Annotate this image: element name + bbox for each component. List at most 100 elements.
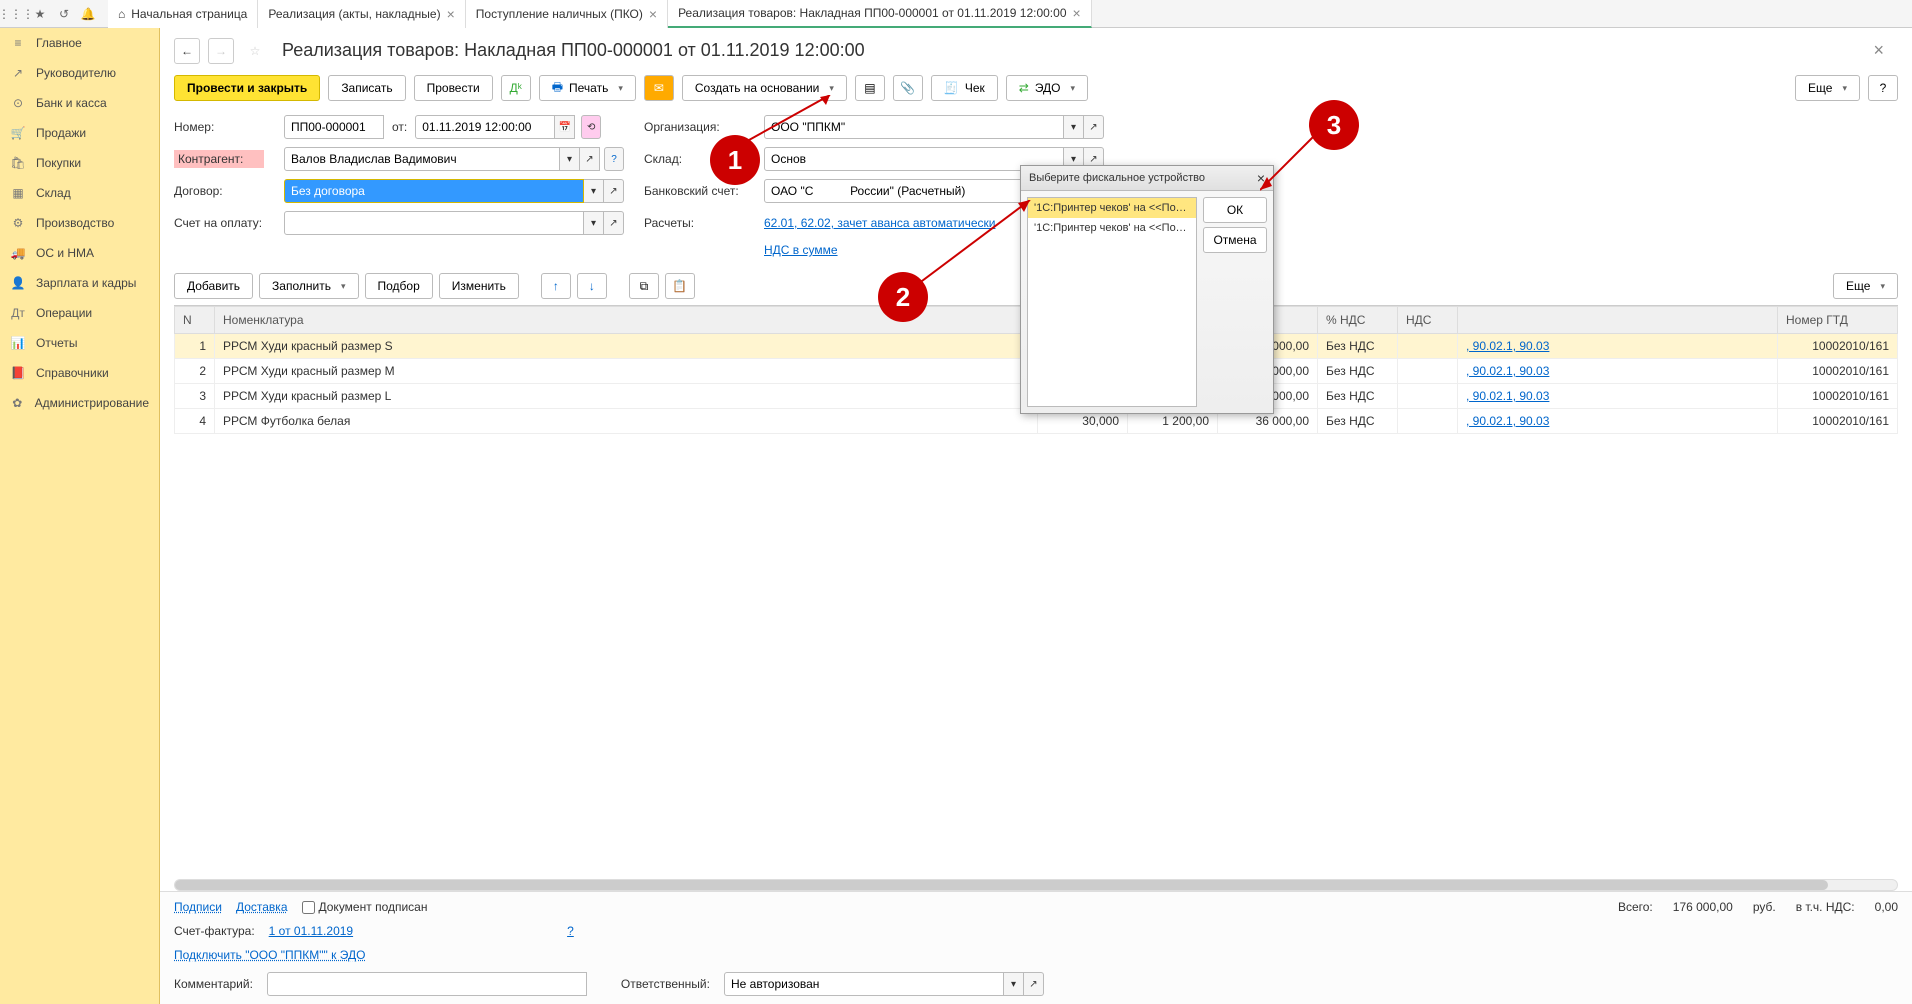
doc-signed-checkbox[interactable]: Документ подписан [302, 900, 428, 914]
cell[interactable]: Без НДС [1318, 384, 1398, 409]
tab[interactable]: Реализация (акты, накладные)× [258, 0, 465, 28]
cell[interactable]: РРСМ Худи красный размер M [215, 359, 1038, 384]
attach-icon[interactable]: 📎 [893, 75, 923, 101]
sidebar-item[interactable]: 🛍Покупки [0, 148, 159, 178]
contr-open-icon[interactable]: ↗ [580, 147, 600, 171]
dialog-ok-button[interactable]: ОК [1203, 197, 1267, 223]
sidebar-item[interactable]: 📕Справочники [0, 358, 159, 388]
sidebar-item[interactable]: 🛒Продажи [0, 118, 159, 148]
cell[interactable]: 2 [175, 359, 215, 384]
tab[interactable]: ⌂Начальная страница [108, 0, 258, 28]
calendar-icon[interactable]: 📅 [555, 115, 575, 139]
col-header[interactable]: Номер ГТД [1778, 307, 1898, 334]
sidebar-item[interactable]: ↗Руководителю [0, 58, 159, 88]
sf-help-icon[interactable]: ? [567, 924, 574, 938]
cell[interactable] [1398, 359, 1458, 384]
cell[interactable]: 10002010/161 [1778, 409, 1898, 434]
change-button[interactable]: Изменить [439, 273, 519, 299]
resp-dd-icon[interactable]: ▾ [1004, 972, 1024, 996]
fill-button[interactable]: Заполнить [259, 273, 358, 299]
nav-fwd-button[interactable]: → [208, 38, 234, 64]
number-input[interactable] [284, 115, 384, 139]
date-input[interactable] [415, 115, 555, 139]
edo-connect-link[interactable]: Подключить "ООО "ППКМ"" к ЭДО [174, 948, 365, 962]
mail-icon[interactable]: ✉ [644, 75, 674, 101]
contr-input[interactable] [284, 147, 560, 171]
schet-dd-icon[interactable]: ▾ [584, 211, 604, 235]
device-list[interactable]: '1С:Принтер чеков' на <<Поль...'1С:Принт… [1027, 197, 1197, 407]
resp-input[interactable] [724, 972, 1004, 996]
cell[interactable]: , 90.02.1, 90.03 [1458, 384, 1778, 409]
col-header[interactable]: НДС [1398, 307, 1458, 334]
tab[interactable]: Поступление наличных (ПКО)× [466, 0, 668, 28]
dialog-title-bar[interactable]: Выберите фискальное устройство × [1021, 166, 1273, 191]
col-header[interactable] [1458, 307, 1778, 334]
tab[interactable]: Реализация товаров: Накладная ПП00-00000… [668, 0, 1092, 28]
schet-input[interactable] [284, 211, 584, 235]
copy-icon[interactable]: ⧉ [629, 273, 659, 299]
cell[interactable] [1398, 384, 1458, 409]
sidebar-item[interactable]: ≡Главное [0, 28, 159, 58]
dogovor-open-icon[interactable]: ↗ [604, 179, 624, 203]
cell[interactable] [1398, 409, 1458, 434]
org-open-icon[interactable]: ↗ [1084, 115, 1104, 139]
print-button[interactable]: 🖶Печать [539, 75, 636, 101]
star-icon[interactable]: ★ [28, 2, 52, 26]
cell[interactable]: РРСМ Худи красный размер L [215, 384, 1038, 409]
cell[interactable]: 1 [175, 334, 215, 359]
write-button[interactable]: Записать [328, 75, 405, 101]
comment-input[interactable] [267, 972, 587, 996]
cell[interactable]: РРСМ Худи красный размер S [215, 334, 1038, 359]
cell[interactable]: Без НДС [1318, 334, 1398, 359]
paste-icon[interactable]: 📋 [665, 273, 695, 299]
move-up-icon[interactable]: ↑ [541, 273, 571, 299]
schet-open-icon[interactable]: ↗ [604, 211, 624, 235]
org-dd-icon[interactable]: ▾ [1064, 115, 1084, 139]
cell[interactable]: Без НДС [1318, 359, 1398, 384]
table-more-button[interactable]: Еще [1833, 273, 1898, 299]
resp-open-icon[interactable]: ↗ [1024, 972, 1044, 996]
cell[interactable]: , 90.02.1, 90.03 [1458, 409, 1778, 434]
cell[interactable]: 10002010/161 [1778, 334, 1898, 359]
tab-close-icon[interactable]: × [1073, 5, 1081, 21]
cell[interactable] [1398, 334, 1458, 359]
device-item[interactable]: '1С:Принтер чеков' на <<Поль... [1028, 218, 1196, 238]
sidebar-item[interactable]: ✿Администрирование [0, 388, 159, 418]
sf-link[interactable]: 1 от 01.11.2019 [269, 924, 353, 938]
close-doc-button[interactable]: × [1859, 36, 1898, 65]
col-header[interactable]: % НДС [1318, 307, 1398, 334]
podpisi-link[interactable]: Подписи [174, 900, 222, 914]
cell[interactable]: РРСМ Футболка белая [215, 409, 1038, 434]
contr-dd-icon[interactable]: ▾ [560, 147, 580, 171]
help-button[interactable]: ? [1868, 75, 1898, 101]
select-button[interactable]: Подбор [365, 273, 433, 299]
edo-button[interactable]: ⇄ЭДО [1006, 75, 1088, 101]
cell[interactable]: 10002010/161 [1778, 359, 1898, 384]
post-and-close-button[interactable]: Провести и закрыть [174, 75, 320, 101]
nav-back-button[interactable]: ← [174, 38, 200, 64]
check-button[interactable]: 🧾Чек [931, 75, 998, 101]
nds-link[interactable]: НДС в сумме [764, 243, 838, 257]
sidebar-item[interactable]: 📊Отчеты [0, 328, 159, 358]
bell-icon[interactable]: 🔔 [76, 2, 100, 26]
tab-close-icon[interactable]: × [649, 6, 657, 22]
contr-help-icon[interactable]: ? [604, 147, 624, 171]
device-item[interactable]: '1С:Принтер чеков' на <<Поль... [1028, 198, 1196, 218]
dostavka-link[interactable]: Доставка [236, 900, 288, 914]
more-button[interactable]: Еще [1795, 75, 1860, 101]
apps-icon[interactable]: ⋮⋮⋮ [4, 2, 28, 26]
history-icon[interactable]: ↺ [52, 2, 76, 26]
dogovor-input[interactable] [284, 179, 584, 203]
h-scrollbar[interactable] [174, 879, 1898, 891]
cell[interactable]: 4 [175, 409, 215, 434]
tab-close-icon[interactable]: × [447, 6, 455, 22]
add-row-button[interactable]: Добавить [174, 273, 253, 299]
date-clear-icon[interactable]: ⟲ [581, 115, 601, 139]
sidebar-item[interactable]: ⚙Производство [0, 208, 159, 238]
cell[interactable]: , 90.02.1, 90.03 [1458, 359, 1778, 384]
sidebar-item[interactable]: ▦Склад [0, 178, 159, 208]
cell[interactable]: 10002010/161 [1778, 384, 1898, 409]
favorite-star-button[interactable]: ☆ [242, 38, 268, 64]
cell[interactable]: Без НДС [1318, 409, 1398, 434]
sidebar-item[interactable]: ДтОперации [0, 298, 159, 328]
